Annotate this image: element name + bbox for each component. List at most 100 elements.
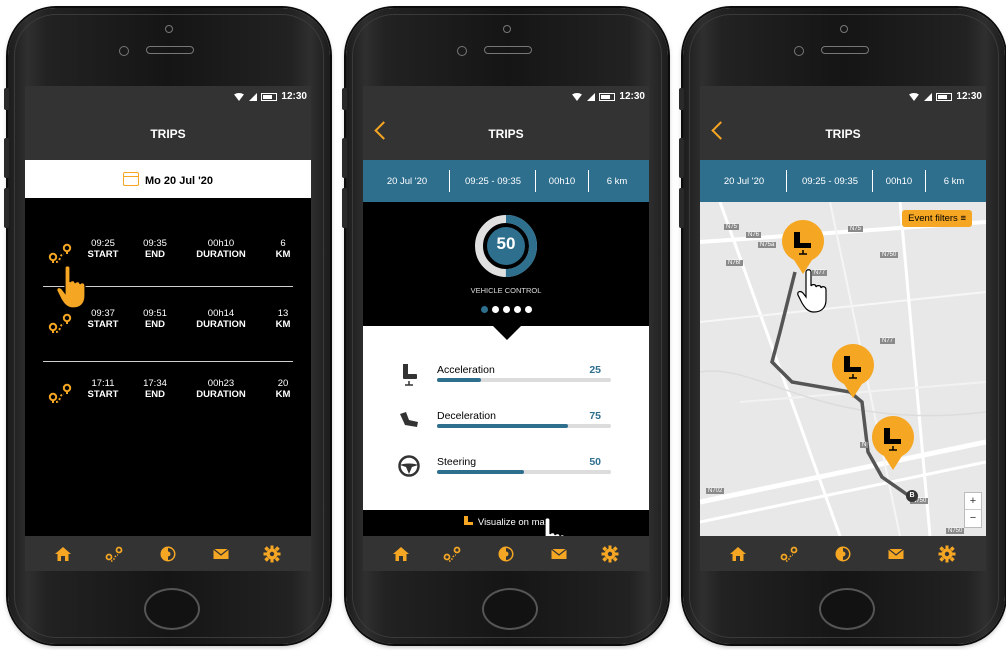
- zoom-out-button[interactable]: −: [965, 510, 981, 526]
- wifi-icon: [908, 92, 921, 101]
- gear-icon[interactable]: [601, 545, 619, 563]
- route-icon: [48, 243, 72, 263]
- volume-up-button: [4, 138, 9, 178]
- home-icon[interactable]: [54, 545, 72, 563]
- zoom-in-button[interactable]: +: [965, 493, 981, 510]
- metric-bar: [437, 378, 611, 382]
- metric-bar: [437, 424, 611, 428]
- battery-icon: [261, 92, 278, 101]
- metric-steering: Steering 50: [363, 454, 649, 494]
- km-label: KM: [275, 249, 291, 260]
- home-icon[interactable]: [729, 545, 747, 563]
- road-label: N75: [724, 224, 740, 230]
- calendar-icon: [122, 172, 139, 186]
- page-dot-active[interactable]: [480, 306, 488, 313]
- score-icon[interactable]: [159, 545, 177, 563]
- signal-icon: [587, 92, 596, 101]
- trip-start-time: 09:37: [91, 308, 115, 319]
- metric-label: Steering: [437, 456, 477, 468]
- metric-bar-fill: [437, 424, 568, 428]
- gear-icon[interactable]: [263, 545, 281, 563]
- metric-bar: [437, 470, 611, 474]
- metric-label: Deceleration: [437, 410, 496, 422]
- camera: [840, 25, 848, 33]
- divider: [449, 170, 450, 192]
- status-time: 12:30: [956, 91, 982, 102]
- divider: [535, 170, 536, 192]
- score-value: 50: [496, 234, 516, 253]
- app-header: TRIPS: [363, 108, 649, 160]
- event-filters-button[interactable]: Event filters ≡: [902, 210, 972, 227]
- mail-icon[interactable]: [887, 545, 905, 563]
- start-label: START: [87, 389, 119, 400]
- trip-row[interactable]: 17:11 START 17:34 END 00h23 DURATION 20 KM: [25, 370, 311, 420]
- end-label: END: [144, 249, 166, 260]
- road-label: N76: [746, 232, 762, 238]
- summary-distance: 6 km: [943, 176, 965, 187]
- event-marker[interactable]: [830, 344, 876, 400]
- score-icon[interactable]: [834, 545, 852, 563]
- page-title: TRIPS: [150, 127, 186, 141]
- divider: [43, 361, 293, 362]
- km-label: KM: [275, 389, 291, 400]
- trip-end-time: 09:35: [143, 238, 167, 249]
- gear-icon[interactable]: [938, 545, 956, 563]
- earpiece-speaker: [146, 46, 194, 54]
- tab-bar: [700, 536, 986, 571]
- trip-end-time: 09:51: [143, 308, 167, 319]
- event-filters-label: Event filters: [908, 213, 958, 224]
- event-marker[interactable]: [870, 416, 916, 472]
- route-icon[interactable]: [105, 545, 123, 563]
- start-label: START: [87, 249, 119, 260]
- km-label: KM: [275, 319, 291, 330]
- mute-switch: [342, 88, 347, 110]
- page-dot[interactable]: [502, 306, 510, 313]
- home-icon[interactable]: [392, 545, 410, 563]
- score-icon[interactable]: [497, 545, 515, 563]
- status-bar: 12:30: [700, 86, 986, 108]
- divider: [786, 170, 787, 192]
- trip-km: 20: [277, 378, 289, 389]
- visualize-on-map-link[interactable]: Visualize on map: [363, 510, 649, 536]
- metric-deceleration: Deceleration 75: [363, 408, 649, 448]
- home-button[interactable]: [819, 588, 875, 630]
- trip-start-time: 09:25: [91, 238, 115, 249]
- metric-value: 25: [589, 364, 601, 376]
- filter-sliders-icon: ≡: [960, 213, 966, 224]
- metrics-card: Acceleration 25 Deceleration 75 Steering…: [363, 326, 649, 510]
- duration-label: DURATION: [196, 389, 246, 400]
- mail-icon[interactable]: [550, 545, 568, 563]
- home-button[interactable]: [144, 588, 200, 630]
- divider: [925, 170, 926, 192]
- page-dot[interactable]: [513, 306, 521, 313]
- mute-switch: [4, 88, 9, 110]
- trip-end-marker[interactable]: B: [906, 490, 918, 502]
- status-time: 12:30: [619, 91, 645, 102]
- trip-summary-bar: 20 Jul '20 09:25 - 09:35 00h10 6 km: [363, 160, 649, 202]
- route-icon[interactable]: [780, 545, 798, 563]
- date-selector[interactable]: Mo 20 Jul '20: [25, 160, 311, 198]
- trips-list-screen: 12:30 TRIPS Mo 20 Jul '20 09:25 START 09:…: [25, 86, 311, 571]
- route-icon: [48, 313, 72, 333]
- route-icon[interactable]: [443, 545, 461, 563]
- summary-date: 20 Jul '20: [723, 176, 765, 187]
- summary-date: 20 Jul '20: [386, 176, 428, 187]
- page-dot[interactable]: [491, 306, 499, 313]
- page-title: TRIPS: [488, 127, 524, 141]
- trip-map-screen: 12:30 TRIPS 20 Jul '20 09:25 - 09:35 00h…: [700, 86, 986, 571]
- road-label: N750: [880, 252, 899, 258]
- mail-icon[interactable]: [212, 545, 230, 563]
- trip-detail-screen: 12:30 TRIPS 20 Jul '20 09:25 - 09:35 00h…: [363, 86, 649, 571]
- road-label: N76f: [726, 260, 743, 266]
- signal-icon: [249, 92, 258, 101]
- divider: [588, 170, 589, 192]
- phone-trip-detail: 12:30 TRIPS 20 Jul '20 09:25 - 09:35 00h…: [342, 8, 668, 644]
- signal-icon: [924, 92, 933, 101]
- home-button[interactable]: [482, 588, 538, 630]
- page-dot[interactable]: [524, 306, 532, 313]
- road-label: N: [860, 442, 869, 448]
- trip-map[interactable]: N75 N76 N75a N76f N75 N750 N77 N77 750 N…: [700, 202, 986, 536]
- page-dots[interactable]: [363, 300, 649, 318]
- acceleration-pedal-icon: [403, 364, 417, 386]
- phone-trips-list: 12:30 TRIPS Mo 20 Jul '20 09:25 START 09:…: [4, 8, 330, 644]
